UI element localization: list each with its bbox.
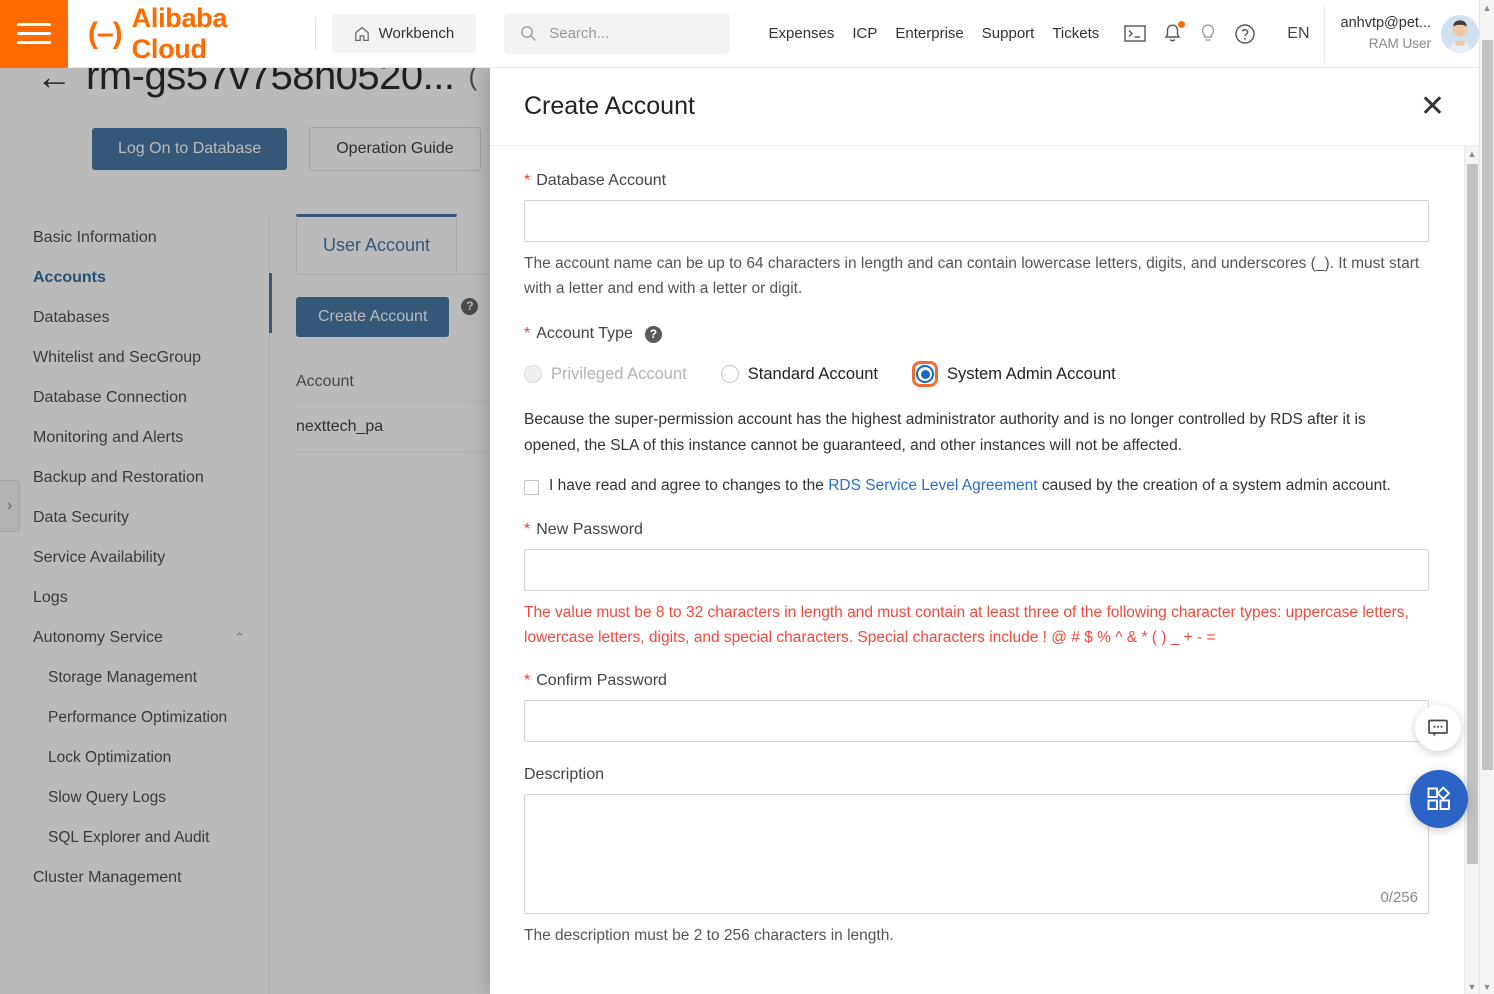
global-search-input[interactable]: Search...	[504, 13, 730, 54]
required-asterisk: *	[524, 520, 531, 538]
burger-line	[17, 23, 51, 26]
dialog-scrollbar[interactable]: ▲ ▼	[1464, 146, 1479, 994]
nav-link-expenses[interactable]: Expenses	[760, 25, 844, 42]
confirm-password-input[interactable]	[524, 699, 1429, 742]
radio-indicator	[916, 365, 935, 384]
radio-label: System Admin Account	[947, 364, 1116, 383]
database-account-label-row: * Database Account	[524, 172, 1445, 190]
dialog-header: Create Account ✕	[490, 68, 1479, 146]
search-icon	[521, 26, 537, 41]
burger-line	[17, 32, 51, 35]
user-role: RAM User	[1368, 36, 1432, 52]
account-type-field-group: * Account Type ? Privileged Account Stan…	[524, 325, 1445, 495]
feedback-button[interactable]	[1415, 705, 1461, 751]
search-placeholder: Search...	[549, 25, 610, 42]
new-password-input[interactable]	[524, 548, 1429, 591]
required-asterisk: *	[524, 172, 531, 189]
lightbulb-icon[interactable]	[1199, 23, 1217, 44]
description-label: Description	[524, 765, 605, 783]
new-password-label: New Password	[536, 520, 643, 538]
sla-agreement-row: I have read and agree to changes to the …	[524, 477, 1445, 495]
bell-icon[interactable]	[1163, 21, 1186, 44]
user-account-menu[interactable]: anhvtp@pet... RAM User	[1323, 5, 1480, 62]
account-type-radio-group: Privileged Account Standard Account Syst…	[524, 361, 1445, 388]
new-password-field-group: * New Password The value must be 8 to 32…	[524, 521, 1445, 650]
alibaba-cloud-logo-icon: (–)	[88, 16, 123, 50]
database-account-label: Database Account	[536, 172, 667, 189]
brand-name: Alibaba Cloud	[131, 2, 228, 64]
account-type-label-row: * Account Type ?	[524, 325, 1445, 343]
nav-link-tickets[interactable]: Tickets	[1043, 25, 1108, 42]
dialog-scrollbar-thumb[interactable]	[1467, 164, 1478, 864]
dialog-body: * Database Account The account name can …	[490, 146, 1479, 994]
description-label-row: Description	[524, 766, 1445, 784]
database-account-helper-text: The account name can be up to 64 charact…	[524, 255, 1420, 298]
description-textarea-wrap: 0/256	[524, 793, 1429, 914]
new-password-error-text: The value must be 8 to 32 characters in …	[524, 603, 1409, 646]
notification-badge	[1178, 21, 1186, 28]
database-account-input[interactable]	[524, 200, 1429, 242]
radio-privileged-account: Privileged Account	[524, 365, 687, 384]
page-scroll-up-arrow-icon[interactable]: ▲	[1480, 0, 1494, 15]
sla-agreement-checkbox[interactable]	[524, 479, 539, 495]
feedback-icon	[1428, 719, 1448, 737]
top-nav-links: Expenses ICP Enterprise Support Tickets	[760, 25, 1109, 42]
apps-launcher-button[interactable]	[1410, 770, 1468, 828]
close-icon[interactable]: ✕	[1420, 91, 1445, 122]
nav-link-support[interactable]: Support	[973, 25, 1044, 42]
page-scrollbar[interactable]: ▲ ▼	[1479, 0, 1494, 994]
page-scroll-down-arrow-icon[interactable]: ▼	[1480, 979, 1494, 994]
sla-agreement-text: I have read and agree to changes to the …	[549, 477, 1391, 495]
required-asterisk: *	[524, 671, 531, 689]
radio-label: Privileged Account	[551, 364, 687, 383]
nav-link-enterprise[interactable]: Enterprise	[886, 25, 972, 42]
radio-label: Standard Account	[747, 364, 879, 383]
workbench-label: Workbench	[378, 25, 455, 42]
radio-indicator	[524, 365, 542, 384]
help-circle-icon[interactable]	[1234, 23, 1256, 45]
scroll-up-arrow-icon[interactable]: ▲	[1465, 146, 1479, 161]
dialog-title: Create Account	[524, 92, 695, 120]
description-char-counter: 0/256	[1380, 888, 1418, 906]
description-field-group: Description 0/256 The description must b…	[524, 766, 1445, 948]
sla-agreement-suffix: caused by the creation of a system admin…	[1037, 476, 1391, 494]
nav-link-icp[interactable]: ICP	[843, 25, 886, 42]
scroll-down-arrow-icon[interactable]: ▼	[1465, 979, 1479, 994]
radio-standard-account[interactable]: Standard Account	[720, 364, 879, 384]
description-textarea[interactable]	[524, 793, 1429, 914]
rds-sla-link[interactable]: RDS Service Level Agreement	[828, 477, 1037, 494]
new-password-label-row: * New Password	[524, 521, 1445, 539]
account-type-label: Account Type	[536, 325, 633, 343]
avatar[interactable]	[1441, 14, 1480, 53]
workbench-button[interactable]: Workbench	[331, 14, 477, 53]
confirm-password-field-group: * Confirm Password	[524, 672, 1445, 742]
terminal-icon[interactable]	[1124, 24, 1146, 43]
avatar-icon	[1441, 14, 1480, 53]
confirm-password-label-row: * Confirm Password	[524, 672, 1445, 690]
brand-logo[interactable]: (–) Alibaba Cloud	[68, 0, 299, 68]
user-info: anhvtp@pet... RAM User	[1341, 13, 1432, 54]
database-account-field-group: * Database Account The account name can …	[524, 172, 1445, 301]
top-navigation-bar: (–) Alibaba Cloud Workbench Search... Ex…	[0, 0, 1480, 68]
create-account-dialog: Create Account ✕ * Database Account The …	[490, 68, 1479, 994]
system-admin-notice-text: Because the super-permission account has…	[524, 411, 1366, 454]
confirm-password-label: Confirm Password	[536, 671, 667, 689]
required-asterisk: *	[524, 325, 531, 343]
sla-agreement-prefix: I have read and agree to changes to the	[549, 476, 829, 494]
home-icon	[354, 26, 369, 41]
radio-focus-ring	[912, 361, 939, 388]
menu-toggle-button[interactable]	[0, 0, 68, 68]
account-type-help-icon[interactable]: ?	[644, 325, 662, 343]
radio-indicator	[720, 365, 739, 384]
description-helper-text: The description must be 2 to 256 charact…	[524, 926, 894, 944]
page-scrollbar-thumb[interactable]	[1482, 40, 1493, 770]
user-name: anhvtp@pet...	[1340, 15, 1432, 32]
nav-divider	[314, 16, 316, 51]
apps-grid-icon	[1427, 786, 1451, 810]
top-nav-icon-group: EN	[1124, 21, 1310, 45]
radio-system-admin-account[interactable]: System Admin Account	[912, 361, 1116, 388]
language-selector[interactable]: EN	[1287, 25, 1309, 43]
burger-line	[17, 41, 51, 44]
